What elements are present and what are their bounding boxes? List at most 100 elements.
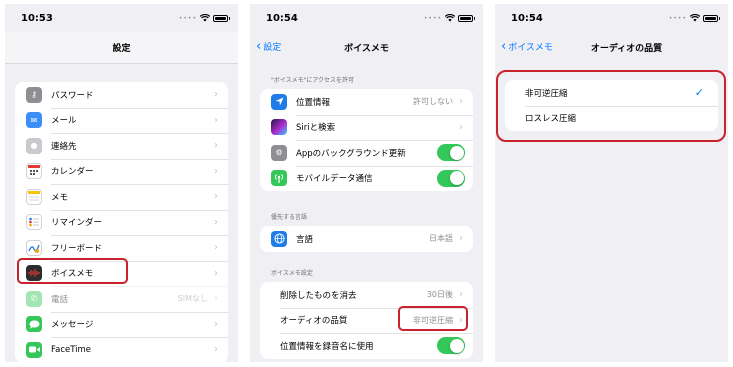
language-row[interactable]: 言語 日本語 › [260, 226, 473, 252]
chevron-right-icon: › [214, 114, 218, 126]
cellular-data-label: モバイルデータ通信 [296, 174, 373, 185]
facetime-icon [26, 341, 42, 358]
settings-item-label: メール [51, 116, 77, 127]
chevron-right-icon: › [459, 96, 463, 108]
settings-item-label: パスワード [51, 90, 94, 101]
option-lossless-label: ロスレス圧縮 [525, 114, 577, 125]
settings-list: ⚷ パスワード › ✉ メール › ● 連絡先 › カレンダー › メモ › リ… [15, 82, 228, 362]
settings-item-facetime[interactable]: FaceTime › [15, 337, 228, 362]
wifi-icon [200, 14, 210, 22]
language-label: 言語 [296, 234, 314, 245]
gear-icon: ⚙ [271, 144, 287, 161]
settings-item-calendar[interactable]: カレンダー › [15, 158, 228, 185]
settings-item-label: リマインダー [51, 218, 103, 229]
chevron-right-icon: › [214, 191, 218, 203]
settings-item-contacts[interactable]: ● 連絡先 › [15, 133, 228, 159]
settings-item-label: メッセージ [51, 320, 94, 331]
clear-deleted-label: 削除したものを消去 [280, 290, 357, 301]
chevron-right-icon: › [214, 344, 218, 356]
settings-screen: 10:53 •••• 設定 ⚷ パスワード › ✉ メール › ● 連絡先 › … [5, 4, 238, 362]
voice-memos-settings-group: 削除したものを消去 30日後 › オーディオの品質 非可逆圧縮 › 位置情報を録… [260, 282, 473, 359]
mail-icon: ✉ [26, 112, 42, 129]
section-header-language: 優先する言語 [271, 214, 308, 221]
key-icon: ⚷ [26, 86, 42, 103]
signal-icon: •••• [423, 14, 442, 22]
status-bar: 10:54 •••• [250, 4, 483, 32]
chevron-right-icon: › [459, 289, 463, 301]
status-time: 10:53 [21, 13, 53, 24]
chevron-right-icon: › [214, 140, 218, 152]
section-header-voice-memos-settings: ボイスメモ設定 [271, 270, 313, 277]
settings-item-phone[interactable]: ✆ 電話 SIMなし › [15, 286, 228, 312]
battery-icon [458, 14, 475, 22]
clear-deleted-value: 30日後 [426, 290, 453, 300]
phone-icon: ✆ [26, 290, 42, 307]
background-refresh-toggle[interactable] [437, 144, 465, 162]
voice-memos-settings-screen: 10:54 •••• ‹ 設定 ボイスメモ "ボイスメモ"にアクセスを許可 位置… [250, 4, 483, 362]
settings-item-label: FaceTime [51, 344, 92, 355]
access-settings-group: 位置情報 許可しない › Siriと検索 › ⚙ Appのバックグラウンド更新 … [260, 89, 473, 191]
location-based-naming-toggle[interactable] [437, 337, 465, 355]
location-label: 位置情報 [296, 97, 331, 108]
audio-quality-row[interactable]: オーディオの品質 非可逆圧縮 › [260, 307, 473, 334]
chevron-right-icon: › [459, 314, 463, 326]
settings-item-mail[interactable]: ✉ メール › [15, 107, 228, 134]
status-icons: •••• [668, 14, 720, 22]
chevron-right-icon: › [214, 293, 218, 305]
chevron-right-icon: › [214, 267, 218, 279]
notes-icon [26, 188, 42, 205]
background-refresh-row: ⚙ Appのバックグラウンド更新 [260, 140, 473, 166]
settings-item-voice-memos[interactable]: ボイスメモ › [15, 260, 228, 287]
voice-memos-icon [26, 265, 42, 282]
option-lossless[interactable]: ロスレス圧縮 [505, 105, 718, 132]
settings-item-notes[interactable]: メモ › [15, 184, 228, 210]
settings-item-freeform[interactable]: フリーボード › [15, 235, 228, 261]
wifi-icon [445, 14, 455, 22]
settings-item-reminders[interactable]: リマインダー › [15, 209, 228, 236]
checkmark-icon: ✓ [694, 86, 704, 100]
chevron-right-icon: › [214, 89, 218, 101]
battery-icon [213, 14, 230, 22]
option-lossy[interactable]: 非可逆圧縮 ✓ [505, 80, 718, 106]
calendar-icon [26, 163, 42, 180]
location-based-naming-label: 位置情報を録音名に使用 [280, 341, 374, 352]
chevron-right-icon: › [214, 216, 218, 228]
language-group: 言語 日本語 › [260, 226, 473, 252]
chevron-right-icon: › [459, 233, 463, 245]
nav-bar: ‹ ボイスメモ オーディオの品質 [495, 32, 728, 64]
status-time: 10:54 [511, 13, 543, 24]
siri-search-row[interactable]: Siriと検索 › [260, 114, 473, 141]
chevron-right-icon: › [459, 121, 463, 133]
audio-quality-options: 非可逆圧縮 ✓ ロスレス圧縮 [505, 80, 718, 131]
cellular-data-toggle[interactable] [437, 169, 465, 187]
settings-item-label: メモ [51, 192, 69, 203]
wifi-icon [690, 14, 700, 22]
nav-bar: ‹ 設定 ボイスメモ [250, 32, 483, 64]
location-arrow-icon [271, 93, 287, 110]
settings-item-passwords[interactable]: ⚷ パスワード › [15, 82, 228, 108]
background-refresh-label: Appのバックグラウンド更新 [296, 148, 406, 159]
siri-icon [271, 119, 287, 136]
cellular-data-row: モバイルデータ通信 [260, 165, 473, 192]
siri-search-label: Siriと検索 [296, 123, 336, 134]
reminders-icon [26, 214, 42, 231]
status-bar: 10:54 •••• [495, 4, 728, 32]
settings-item-label: フリーボード [51, 243, 103, 254]
page-title: 設定 [112, 44, 131, 54]
contacts-icon: ● [26, 137, 42, 154]
location-row[interactable]: 位置情報 許可しない › [260, 89, 473, 115]
status-bar: 10:53 •••• [5, 4, 238, 32]
location-based-naming-row: 位置情報を録音名に使用 [260, 333, 473, 359]
language-value: 日本語 [429, 234, 453, 244]
clear-deleted-row[interactable]: 削除したものを消去 30日後 › [260, 282, 473, 308]
signal-icon: •••• [668, 14, 687, 22]
settings-item-messages[interactable]: メッセージ › [15, 311, 228, 338]
settings-item-value: SIMなし [177, 294, 208, 304]
location-value: 許可しない [413, 97, 453, 107]
battery-icon [703, 14, 720, 22]
settings-item-label: カレンダー [51, 167, 94, 178]
cellular-antenna-icon [271, 170, 287, 187]
section-header-access: "ボイスメモ"にアクセスを許可 [271, 77, 355, 84]
status-icons: •••• [423, 14, 475, 22]
status-time: 10:54 [266, 13, 298, 24]
